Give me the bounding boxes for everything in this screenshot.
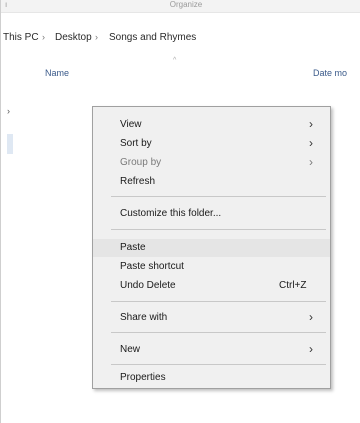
- title-bar: ı Organize: [1, 0, 360, 13]
- breadcrumb-separator[interactable]: ›: [42, 32, 45, 42]
- context-menu: View › Sort by › Group by › Refresh Cust…: [92, 106, 331, 389]
- nav-pane-selected-item[interactable]: [7, 134, 13, 154]
- column-header-name[interactable]: Name: [45, 68, 69, 78]
- submenu-arrow-icon: ›: [309, 342, 313, 356]
- breadcrumb-songs-and-rhymes[interactable]: Songs and Rhymes: [109, 32, 196, 43]
- submenu-arrow-icon: ›: [309, 310, 313, 324]
- menu-item-undo-delete[interactable]: Undo Delete Ctrl+Z: [93, 277, 330, 295]
- address-bar[interactable]: This PC › Desktop › Songs and Rhymes: [1, 14, 360, 43]
- submenu-arrow-icon: ›: [309, 136, 313, 150]
- menu-item-refresh[interactable]: Refresh: [93, 173, 330, 191]
- menu-item-customize-folder[interactable]: Customize this folder...: [93, 205, 330, 223]
- menu-item-shortcut: Ctrl+Z: [279, 280, 307, 291]
- menu-item-group-by[interactable]: Group by ›: [93, 154, 330, 172]
- submenu-arrow-icon: ›: [309, 155, 313, 169]
- menu-item-label: Undo Delete: [120, 280, 176, 291]
- menu-separator: [111, 332, 326, 333]
- submenu-arrow-icon: ›: [309, 117, 313, 131]
- menu-item-label: New: [120, 344, 141, 355]
- menu-item-label: Sort by: [120, 138, 152, 149]
- menu-separator: [111, 301, 326, 302]
- menu-item-label: Paste: [120, 242, 146, 253]
- nav-pane-expand-icon[interactable]: ›: [7, 106, 10, 116]
- column-header-date-modified[interactable]: Date mo: [313, 68, 347, 78]
- window-title: Organize: [169, 0, 203, 9]
- menu-item-label: View: [120, 119, 142, 130]
- menu-item-paste[interactable]: Paste: [93, 239, 330, 257]
- menu-item-paste-shortcut[interactable]: Paste shortcut: [93, 258, 330, 276]
- breadcrumb-desktop[interactable]: Desktop: [55, 32, 92, 43]
- menu-item-properties[interactable]: Properties: [93, 369, 330, 387]
- menu-item-label: Share with: [120, 312, 168, 323]
- menu-item-sort-by[interactable]: Sort by ›: [93, 135, 330, 153]
- breadcrumb-separator[interactable]: ›: [95, 32, 98, 42]
- menu-item-label: Group by: [120, 157, 162, 168]
- menu-item-label: Paste shortcut: [120, 261, 184, 272]
- title-left-glyph: ı: [5, 0, 8, 9]
- menu-separator: [111, 229, 326, 230]
- menu-separator: [111, 196, 326, 197]
- explorer-window: ı Organize This PC › Desktop › Songs and…: [0, 0, 360, 423]
- menu-item-label: Customize this folder...: [120, 208, 222, 219]
- menu-item-new[interactable]: New ›: [93, 341, 330, 359]
- menu-item-share-with[interactable]: Share with ›: [93, 309, 330, 327]
- menu-item-label: Properties: [120, 372, 166, 383]
- breadcrumb-this-pc[interactable]: This PC: [3, 32, 39, 43]
- menu-item-view[interactable]: View ›: [93, 116, 330, 134]
- menu-separator: [111, 364, 326, 365]
- menu-item-label: Refresh: [120, 176, 156, 187]
